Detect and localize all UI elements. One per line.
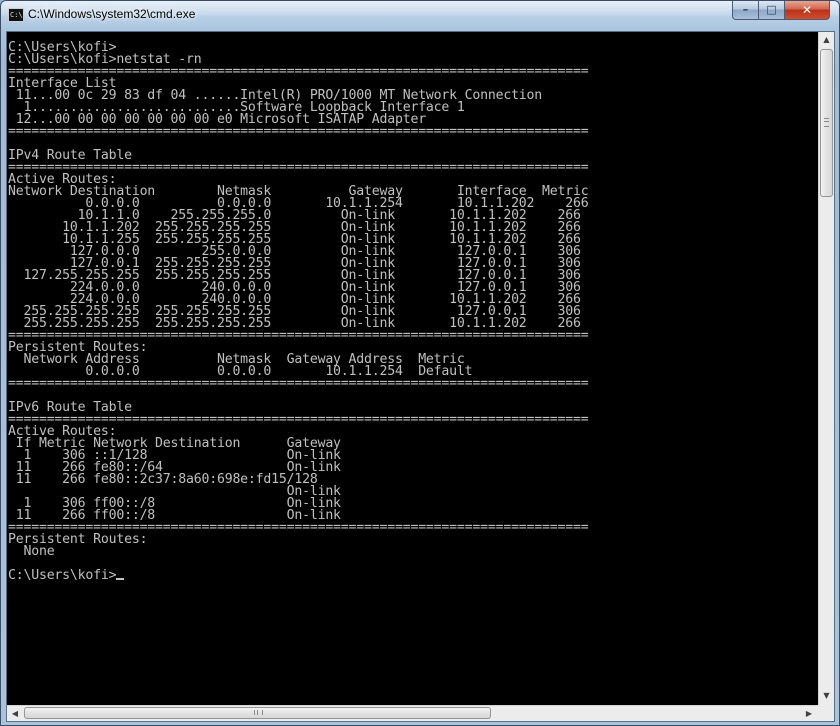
console-line: ========================================… [8, 124, 589, 139]
console-line: C:\Users\kofi> [8, 568, 117, 583]
close-button[interactable]: ✕ [784, 1, 830, 20]
console-line: ========================================… [8, 376, 589, 391]
vertical-scrollbar[interactable]: ▲ ▼ [818, 32, 834, 705]
cmd-window: C:\ C:\Windows\system32\cmd.exe – □ ✕ C:… [0, 0, 840, 726]
console-line: None [8, 544, 55, 559]
grip-icon [824, 118, 829, 127]
scroll-left-arrow-icon[interactable]: ◀ [7, 706, 23, 721]
console-output-area[interactable]: C:\Users\kofi> C:\Users\kofi>netstat -rn… [7, 32, 818, 705]
maximize-button[interactable]: □ [758, 1, 785, 20]
console-frame: C:\Users\kofi> C:\Users\kofi>netstat -rn… [6, 31, 835, 722]
minimize-button[interactable]: – [732, 1, 759, 20]
scroll-right-arrow-icon[interactable]: ▶ [801, 706, 817, 721]
text-cursor [116, 578, 125, 580]
cmd-icon[interactable]: C:\ [8, 8, 24, 22]
horizontal-scroll-thumb[interactable] [24, 707, 491, 719]
title-bar[interactable]: C:\ C:\Windows\system32\cmd.exe – □ ✕ [1, 1, 839, 31]
console-text: C:\Users\kofi> C:\Users\kofi>netstat -rn… [8, 41, 589, 583]
vertical-scroll-thumb[interactable] [820, 49, 833, 197]
scroll-down-arrow-icon[interactable]: ▼ [819, 688, 834, 704]
horizontal-scrollbar[interactable]: ◀ ▶ [7, 705, 818, 721]
scrollbar-corner [818, 705, 834, 721]
window-title: C:\Windows\system32\cmd.exe [28, 7, 196, 21]
scroll-up-arrow-icon[interactable]: ▲ [819, 32, 834, 48]
grip-icon [254, 710, 263, 715]
